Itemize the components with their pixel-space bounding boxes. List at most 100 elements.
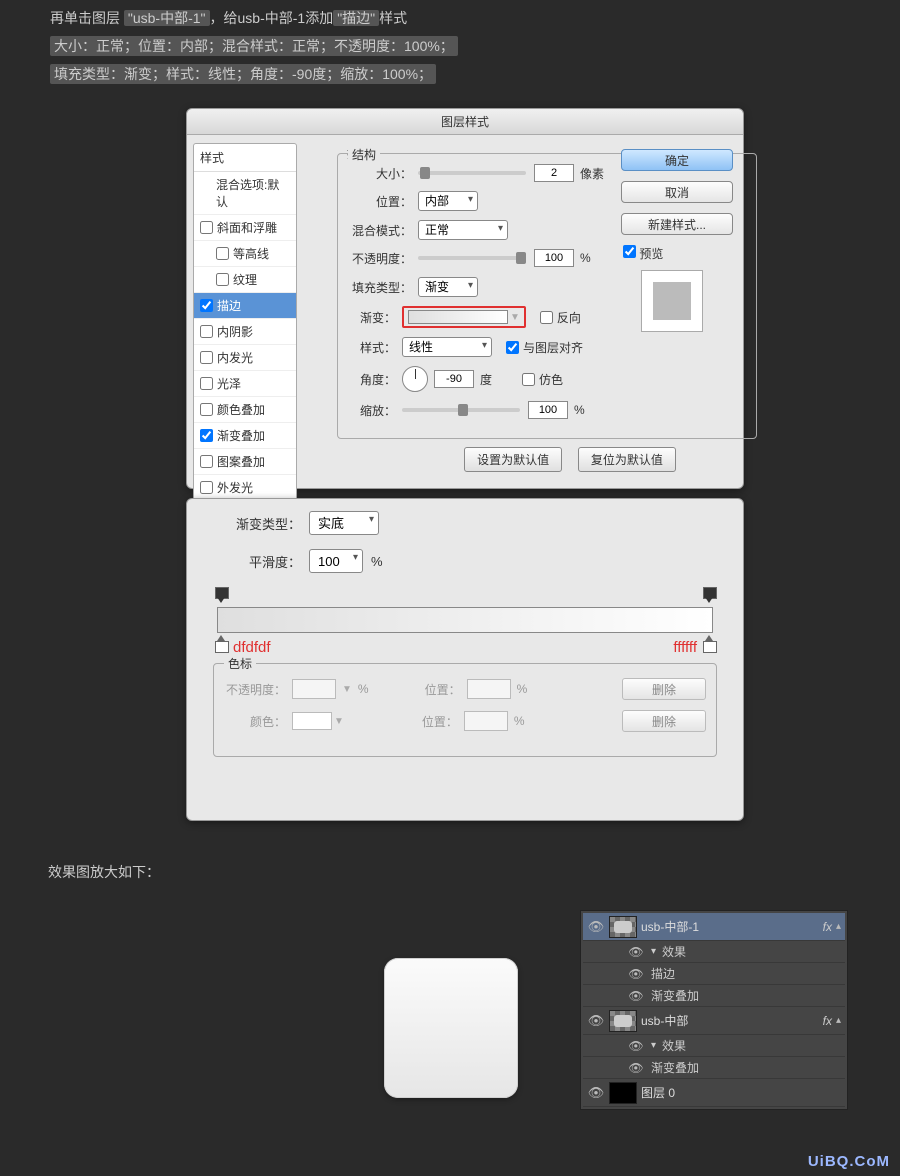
style-item-bevel[interactable]: 斜面和浮雕 [194,215,296,241]
blend-options-header[interactable]: 混合选项:默认 [194,172,296,215]
opacity-input[interactable] [534,249,574,267]
fill-type-select[interactable]: 渐变 [418,277,478,297]
visibility-eye-icon[interactable]: 👁 [587,1085,605,1101]
layer-effect-gradient-overlay[interactable]: 👁渐变叠加 [583,1057,845,1079]
style-outer-glow-checkbox[interactable] [200,481,213,494]
size-unit: 像素 [580,165,604,182]
gradient-style-select[interactable]: 线性 [402,337,492,357]
visibility-eye-icon[interactable]: 👁 [627,1061,645,1075]
opacity-slider[interactable] [418,256,526,260]
chevron-down-icon[interactable]: ▾ [651,946,656,957]
style-satin-checkbox[interactable] [200,377,213,390]
style-item-inner-glow[interactable]: 内发光 [194,345,296,371]
intro-style-name: "描边" [333,10,379,26]
visibility-eye-icon[interactable]: 👁 [587,919,605,935]
style-inner-shadow-checkbox[interactable] [200,325,213,338]
style-label: 光泽 [217,375,241,392]
visibility-eye-icon[interactable]: 👁 [627,967,645,981]
layers-panel: 👁 usb-中部-1 fx ▴ 👁 ▾ 效果 👁描边 👁渐变叠加 👁 usb-中部 … [580,910,848,1110]
size-slider[interactable] [418,171,526,175]
style-pattern-overlay-checkbox[interactable] [200,455,213,468]
layer-row-bg[interactable]: 👁 图层 0 [583,1079,845,1107]
chevron-down-icon[interactable]: ▾ [651,1040,656,1051]
dropdown-icon[interactable]: ▼ [342,684,352,695]
delete-color-stop-button[interactable]: 删除 [622,710,706,732]
reset-default-button[interactable]: 复位为默认值 [578,447,676,472]
style-contour-checkbox[interactable] [216,247,229,260]
effects-label: 效果 [662,1037,686,1054]
new-style-button[interactable]: 新建样式... [621,213,733,235]
style-color-overlay-checkbox[interactable] [200,403,213,416]
blend-mode-select[interactable]: 正常 [418,220,508,240]
cancel-button[interactable]: 取消 [621,181,733,203]
intro-params-2: 填充类型：渐变；样式：线性；角度：-90度；缩放：100%； [50,64,436,84]
layer-row-usb-mid[interactable]: 👁 usb-中部 fx ▴ [583,1007,845,1035]
style-item-satin[interactable]: 光泽 [194,371,296,397]
scale-slider[interactable] [402,408,520,412]
visibility-eye-icon[interactable]: 👁 [627,989,645,1003]
gradient-strip[interactable] [217,607,713,633]
preview-label: 预览 [639,247,663,261]
styles-header[interactable]: 样式 [194,144,296,172]
angle-dial[interactable] [402,366,428,392]
gradient-type-select[interactable]: 实底 [309,511,379,535]
size-input[interactable] [534,164,574,182]
stop-opacity-input[interactable] [292,679,336,699]
dropdown-icon[interactable]: ▼ [334,716,344,727]
style-texture-checkbox[interactable] [216,273,229,286]
gradient-picker-highlight: ▼ [402,306,526,328]
color-stop-right[interactable] [703,635,715,651]
layer-thumbnail[interactable] [609,916,637,938]
gradient-dropdown-icon[interactable]: ▼ [510,312,520,323]
style-item-gradient-overlay[interactable]: 渐变叠加 [194,423,296,449]
angle-label: 角度： [352,371,396,388]
delete-opacity-stop-button[interactable]: 删除 [622,678,706,700]
style-bevel-checkbox[interactable] [200,221,213,234]
gradient-style-label: 样式： [352,339,396,356]
opacity-stop-left[interactable] [215,587,227,603]
smoothness-input[interactable] [309,549,363,573]
style-inner-glow-checkbox[interactable] [200,351,213,364]
layer-row-usb-mid-1[interactable]: 👁 usb-中部-1 fx ▴ [583,913,845,941]
opacity-stop-right[interactable] [703,587,715,603]
layer-effect-gradient-overlay[interactable]: 👁渐变叠加 [583,985,845,1007]
style-item-pattern-overlay[interactable]: 图案叠加 [194,449,296,475]
visibility-eye-icon[interactable]: 👁 [627,1039,645,1053]
gradient-strip-editor[interactable]: dfdfdf ffffff [217,587,713,657]
ok-button[interactable]: 确定 [621,149,733,171]
set-default-button[interactable]: 设置为默认值 [464,447,562,472]
stop-color-position-input[interactable] [464,711,508,731]
stop-position-input[interactable] [467,679,511,699]
stop-color-label: 颜色： [224,713,286,730]
style-item-contour[interactable]: 等高线 [194,241,296,267]
layer-effects-row[interactable]: 👁 ▾ 效果 [583,1035,845,1057]
style-gradient-overlay-checkbox[interactable] [200,429,213,442]
visibility-eye-icon[interactable]: 👁 [627,945,645,959]
color-stop-left[interactable] [215,635,227,651]
color-value-right: ffffff [673,639,697,656]
layer-thumbnail[interactable] [609,1010,637,1032]
layer-effects-row[interactable]: 👁▾效果 [583,941,845,963]
reverse-checkbox[interactable] [540,311,553,324]
result-preview-image [384,958,518,1098]
scale-input[interactable] [528,401,568,419]
style-stroke-checkbox[interactable] [200,299,213,312]
style-item-inner-shadow[interactable]: 内阴影 [194,319,296,345]
style-item-stroke[interactable]: 描边 [194,293,296,319]
chevron-up-icon[interactable]: ▴ [836,1015,841,1026]
style-item-texture[interactable]: 纹理 [194,267,296,293]
gradient-picker[interactable] [408,310,508,324]
dither-checkbox[interactable] [522,373,535,386]
chevron-up-icon[interactable]: ▴ [836,921,841,932]
intro-layer-name: "usb-中部-1" [124,10,210,26]
layer-thumbnail[interactable] [609,1082,637,1104]
intro-text: ，给usb-中部-1添加 [210,10,334,26]
stop-color-swatch[interactable] [292,712,332,730]
layer-effect-stroke[interactable]: 👁描边 [583,963,845,985]
visibility-eye-icon[interactable]: 👁 [587,1013,605,1029]
angle-input[interactable] [434,370,474,388]
preview-checkbox[interactable] [623,245,636,258]
style-item-color-overlay[interactable]: 颜色叠加 [194,397,296,423]
position-select[interactable]: 内部 [418,191,478,211]
align-checkbox[interactable] [506,341,519,354]
